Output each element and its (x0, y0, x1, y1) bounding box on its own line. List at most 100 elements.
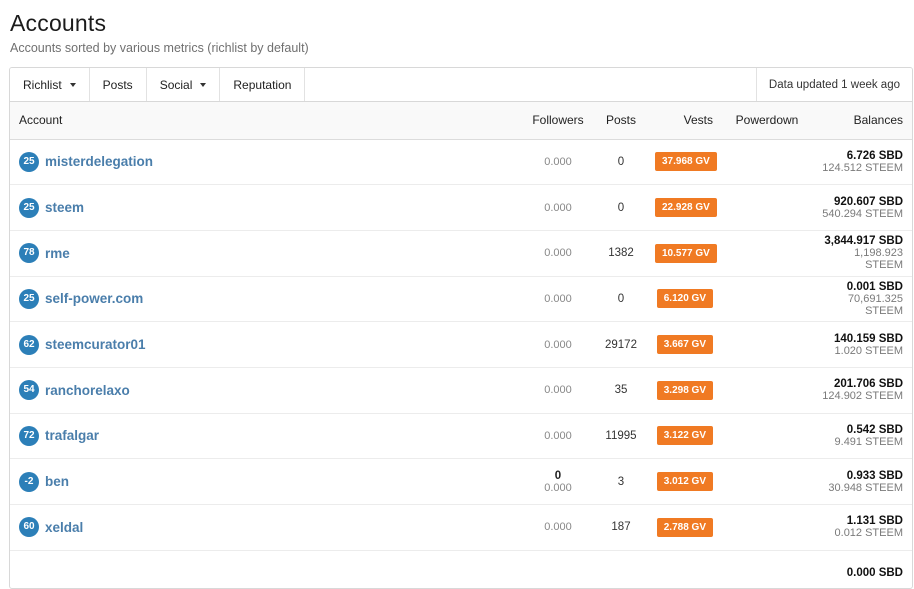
reputation-badge: 25 (19, 288, 39, 309)
sbd-balance: 6.726 SBD (846, 149, 903, 162)
followers-cell: 0 0.000 (520, 458, 596, 505)
posts-cell: 0 (596, 276, 646, 323)
vests-badge: 3.667 GV (656, 335, 713, 355)
account-link[interactable]: ben (45, 474, 69, 489)
accounts-panel: Richlist Posts Social Reputation Data up… (9, 67, 913, 589)
vests-badge: 3.298 GV (656, 380, 713, 400)
toolbar: Richlist Posts Social Reputation Data up… (10, 68, 912, 102)
account-link[interactable]: misterdelegation (45, 154, 153, 169)
account-cell: 25 self-power.com (19, 288, 511, 309)
reputation-label: Reputation (233, 77, 292, 92)
reputation-badge: 25 (19, 197, 39, 218)
powerdown-cell (722, 230, 812, 277)
vests-cell: 3.012 GV (646, 458, 722, 505)
reputation-badge: 72 (19, 425, 39, 446)
reputation-badge: 25 (19, 151, 39, 172)
steem-balance: 1,198.923 STEEM (854, 247, 903, 272)
followers-value: 0.000 (544, 247, 572, 260)
table-row: 25 self-power.com 0.000 0 6.120 GV 0.001 SBD 7… (10, 276, 912, 323)
posts-cell (596, 550, 646, 588)
vests-cell: 3.298 GV (646, 367, 722, 414)
balances-cell: 6.726 SBD 124.512 STEEM (812, 139, 912, 186)
powerdown-cell (722, 550, 812, 588)
steem-balance: 70,691.325 STEEM (847, 292, 903, 317)
followers-value: 0.000 (544, 292, 572, 305)
posts-cell: 35 (596, 367, 646, 414)
vests-cell: 37.968 GV (646, 139, 722, 186)
sbd-balance: 920.607 SBD (833, 195, 903, 208)
vests-cell: 6.120 GV (646, 276, 722, 323)
posts-cell: 187 (596, 504, 646, 551)
account-link[interactable]: steem (45, 200, 84, 215)
steem-balance: 124.512 STEEM (822, 161, 903, 174)
table-row: 54 ranchorelaxo 0.000 35 3.298 GV 201.706 SBD… (10, 367, 912, 414)
followers-cell (520, 550, 596, 588)
richlist-label: Richlist (23, 77, 62, 92)
followers-cell: 0.000 (520, 230, 596, 277)
balances-cell: 0.001 SBD 70,691.325 STEEM (812, 276, 912, 323)
posts-cell: 0 (596, 139, 646, 186)
sbd-balance: 1.131 SBD (846, 515, 903, 528)
vests-cell: 3.667 GV (646, 321, 722, 368)
caret-down-icon (69, 82, 76, 87)
account-cell: -2 ben (19, 471, 511, 492)
powerdown-cell (722, 367, 812, 414)
account-cell: 72 trafalgar (19, 425, 511, 446)
followers-value: 0.000 (544, 429, 572, 442)
reputation-badge: 78 (19, 243, 39, 264)
col-balances[interactable]: Balances (812, 102, 912, 140)
vests-cell: 22.928 GV (646, 184, 722, 231)
account-link[interactable]: steemcurator01 (45, 337, 146, 352)
balances-cell: 0.000 SBD (812, 550, 912, 588)
table-row: 25 misterdelegation 0.000 0 37.968 GV 6.726 S… (10, 139, 912, 186)
col-powerdown[interactable]: Powerdown (722, 102, 812, 140)
followers-value: 0.000 (544, 201, 572, 214)
col-followers[interactable]: Followers (520, 102, 596, 140)
vests-cell: 3.122 GV (646, 413, 722, 460)
account-link[interactable]: ranchorelaxo (45, 383, 130, 398)
account-column: 25 steem (10, 184, 520, 231)
reputation-tab[interactable]: Reputation (220, 68, 306, 101)
sbd-balance: 0.542 SBD (846, 423, 903, 436)
followers-value: 0.000 (544, 155, 572, 168)
powerdown-cell (722, 413, 812, 460)
steem-balance: 124.902 STEEM (822, 390, 903, 403)
account-column: 60 xeldal (10, 504, 520, 551)
table-body: 25 misterdelegation 0.000 0 37.968 GV 6.726 S… (10, 139, 912, 588)
balances-cell: 0.933 SBD 30.948 STEEM (812, 458, 912, 505)
account-cell: 78 rme (19, 243, 511, 264)
account-link[interactable]: self-power.com (45, 291, 143, 306)
vests-badge: 10.577 GV (655, 243, 717, 263)
col-posts[interactable]: Posts (596, 102, 646, 140)
col-vests[interactable]: Vests (646, 102, 722, 140)
table-row: 0.000 SBD (10, 550, 912, 588)
balances-cell: 920.607 SBD 540.294 STEEM (812, 184, 912, 231)
account-cell: 25 steem (19, 197, 511, 218)
social-dropdown[interactable]: Social (147, 68, 221, 101)
vests-badge: 3.012 GV (656, 472, 713, 492)
account-column: 54 ranchorelaxo (10, 367, 520, 414)
caret-down-icon (200, 82, 207, 87)
vests-badge: 37.968 GV (655, 152, 717, 172)
account-link[interactable]: xeldal (45, 520, 83, 535)
posts-tab[interactable]: Posts (90, 68, 147, 101)
powerdown-cell (722, 276, 812, 323)
account-column (10, 550, 520, 588)
steem-balance: 540.294 STEEM (822, 207, 903, 220)
account-cell: 25 misterdelegation (19, 151, 511, 172)
vests-badge: 22.928 GV (655, 198, 717, 218)
account-link[interactable]: trafalgar (45, 428, 99, 443)
table-row: 62 steemcurator01 0.000 29172 3.667 GV 140.15… (10, 321, 912, 368)
posts-label: Posts (102, 77, 133, 92)
account-column: 78 rme (10, 230, 520, 277)
table-row: -2 ben 0 0.000 3 3.012 GV 0.933 SBD 30.948 STEE… (10, 458, 912, 505)
vests-cell (646, 550, 722, 588)
followers-cell: 0.000 (520, 276, 596, 323)
richlist-dropdown[interactable]: Richlist (10, 68, 90, 101)
account-link[interactable]: rme (45, 246, 70, 261)
steem-balance: 0.012 STEEM (834, 527, 903, 540)
steem-balance: 30.948 STEEM (828, 481, 903, 494)
account-cell: 60 xeldal (19, 517, 511, 538)
col-account[interactable]: Account (10, 102, 520, 140)
